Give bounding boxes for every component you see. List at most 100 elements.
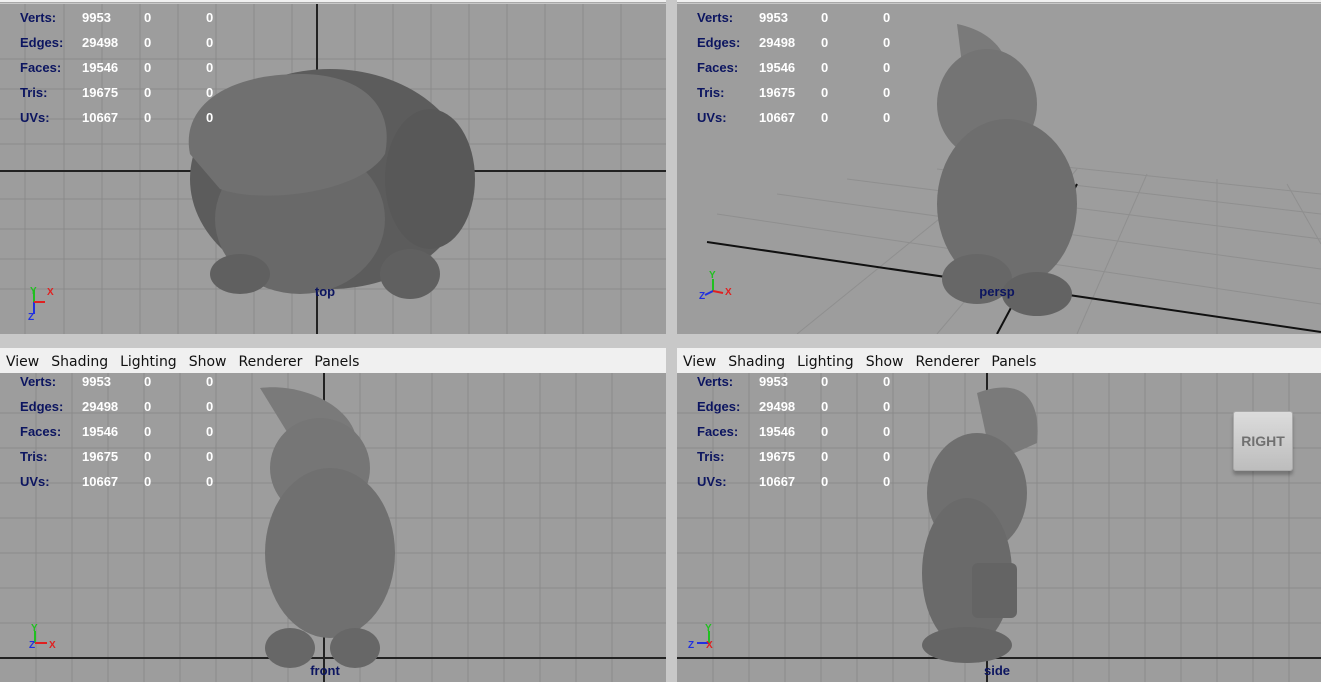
hud-value: 19675	[759, 449, 796, 464]
hud-value: 10667	[82, 110, 119, 125]
hud-row: UVs: 10667 0 0	[20, 110, 240, 125]
axis-gizmo: Y Z X	[688, 623, 713, 651]
hud-value: 19675	[82, 85, 119, 100]
hud-value: 19546	[759, 424, 796, 439]
panel-menubar: ViewShadingLightingShowRendererPanels	[0, 0, 666, 3]
panel-side: View Shading Lighting Show Renderer Panels Ve…	[677, 348, 1321, 682]
gnome-model	[937, 24, 1077, 316]
hud-value: 0	[144, 424, 152, 439]
menu-shading[interactable]: Shading	[51, 354, 108, 370]
hud-value: 0	[206, 474, 214, 489]
hud-value: 0	[821, 85, 829, 100]
hud-value: 0	[144, 374, 152, 389]
hud-label: Tris:	[697, 85, 725, 100]
hud-value: 0	[883, 449, 891, 464]
hud-value: 10667	[82, 474, 119, 489]
menu-renderer[interactable]: Renderer	[238, 354, 302, 370]
hud-row: Verts: 9953 0 0	[20, 374, 240, 389]
hud-row: Faces: 19546 0 0	[20, 60, 240, 75]
gnome-model	[260, 387, 395, 668]
menu-view[interactable]: View	[6, 354, 39, 370]
menu-show[interactable]: Show	[866, 354, 904, 370]
hud-value: 9953	[759, 10, 788, 25]
hud-value: 29498	[759, 35, 796, 50]
hud-row: Faces: 19546 0 0	[20, 424, 240, 439]
hud-value: 0	[821, 399, 829, 414]
hud-value: 0	[206, 10, 214, 25]
hud-value: 10667	[759, 474, 796, 489]
hud-value: 0	[821, 474, 829, 489]
hud-value: 0	[144, 85, 152, 100]
grid	[677, 373, 1321, 682]
menu-view[interactable]: View	[683, 354, 716, 370]
axis-x-label: X	[47, 287, 54, 298]
gnome-model	[922, 387, 1038, 663]
viewport-persp[interactable]: Verts: 9953 0 0 Edges: 29498 0 0 Faces: 19546 0 0 Tr…	[677, 4, 1321, 334]
hud-row: Verts: 9953 0 0	[20, 10, 240, 25]
hud-value: 0	[883, 399, 891, 414]
hud-row: Faces: 19546 0 0	[697, 424, 917, 439]
hud-label: Tris:	[20, 449, 48, 464]
menu-shading[interactable]: Shading	[728, 354, 785, 370]
panel-top: ViewShadingLightingShowRendererPanels Ve…	[0, 0, 666, 334]
viewport-top[interactable]: Verts: 9953 0 0 Edges: 29498 0 0 Faces: 19546 0 0 Tr…	[0, 4, 666, 334]
hud-label: UVs:	[697, 474, 727, 489]
hud-label: Tris:	[20, 85, 48, 100]
hud-row: Verts: 9953 0 0	[697, 10, 917, 25]
hud-value: 0	[883, 424, 891, 439]
hud-value: 19546	[82, 424, 119, 439]
hud-value: 0	[883, 110, 891, 125]
menu-lighting[interactable]: Lighting	[797, 354, 854, 370]
menu-panels[interactable]: Panels	[991, 354, 1036, 370]
axis-y-label: Y	[30, 286, 37, 297]
hud-value: 0	[144, 60, 152, 75]
hud-row: Edges: 29498 0 0	[697, 399, 917, 414]
hud-value: 0	[821, 374, 829, 389]
hud-value: 0	[883, 374, 891, 389]
axis-gizmo: Y X Z	[29, 623, 56, 651]
hud-row: Edges: 29498 0 0	[20, 35, 240, 50]
menu-lighting[interactable]: Lighting	[120, 354, 177, 370]
hud-value: 0	[206, 85, 214, 100]
grid	[0, 373, 666, 682]
hud-row: UVs: 10667 0 0	[697, 474, 917, 489]
hud-value: 0	[883, 35, 891, 50]
hud-label: Faces:	[20, 424, 62, 439]
hud-value: 19546	[759, 60, 796, 75]
hud-value: 0	[821, 449, 829, 464]
hud-row: Tris: 19675 0 0	[697, 85, 917, 100]
hud-value: 0	[206, 449, 214, 464]
hud-value: 0	[206, 35, 214, 50]
hud-value: 0	[144, 35, 152, 50]
axis-y-label: Y	[31, 623, 38, 634]
menu-renderer[interactable]: Renderer	[915, 354, 979, 370]
panel-menubar: ViewShadingLightingShowRendererPanels	[677, 0, 1321, 3]
hud-value: 0	[144, 399, 152, 414]
menu-show[interactable]: Show	[189, 354, 227, 370]
hud-value: 0	[144, 110, 152, 125]
hud-row: Tris: 19675 0 0	[20, 85, 240, 100]
viewcube[interactable]: RIGHT	[1233, 411, 1293, 471]
panel-persp: ViewShadingLightingShowRendererPanels Ve…	[677, 0, 1321, 334]
axis-x-label: X	[725, 287, 732, 298]
hud-value: 0	[206, 399, 214, 414]
hud-label: UVs:	[697, 110, 727, 125]
menu-panels[interactable]: Panels	[314, 354, 359, 370]
hud-label: UVs:	[20, 110, 50, 125]
viewport-side[interactable]: Verts: 9953 0 0 Edges: 29498 0 0 Faces: 19546 0 0 Tr…	[677, 373, 1321, 682]
viewport-front[interactable]: Verts: 9953 0 0 Edges: 29498 0 0 Faces: 19546 0 0 Tr…	[0, 373, 666, 682]
hud-label: UVs:	[20, 474, 50, 489]
axis-z-label: Z	[29, 640, 35, 651]
hud-label: Verts:	[697, 374, 734, 389]
hud-label: Faces:	[697, 60, 739, 75]
hud-value: 0	[206, 374, 214, 389]
hud-value: 0	[821, 35, 829, 50]
hud-value: 29498	[82, 399, 119, 414]
hud-label: Tris:	[697, 449, 725, 464]
gnome-model	[188, 69, 475, 299]
hud-row: Tris: 19675 0 0	[697, 449, 917, 464]
hud-label: Edges:	[20, 35, 64, 50]
axis-z-label: Z	[688, 640, 694, 651]
hud-value: 19675	[759, 85, 796, 100]
axis-z-label: Z	[28, 312, 34, 322]
